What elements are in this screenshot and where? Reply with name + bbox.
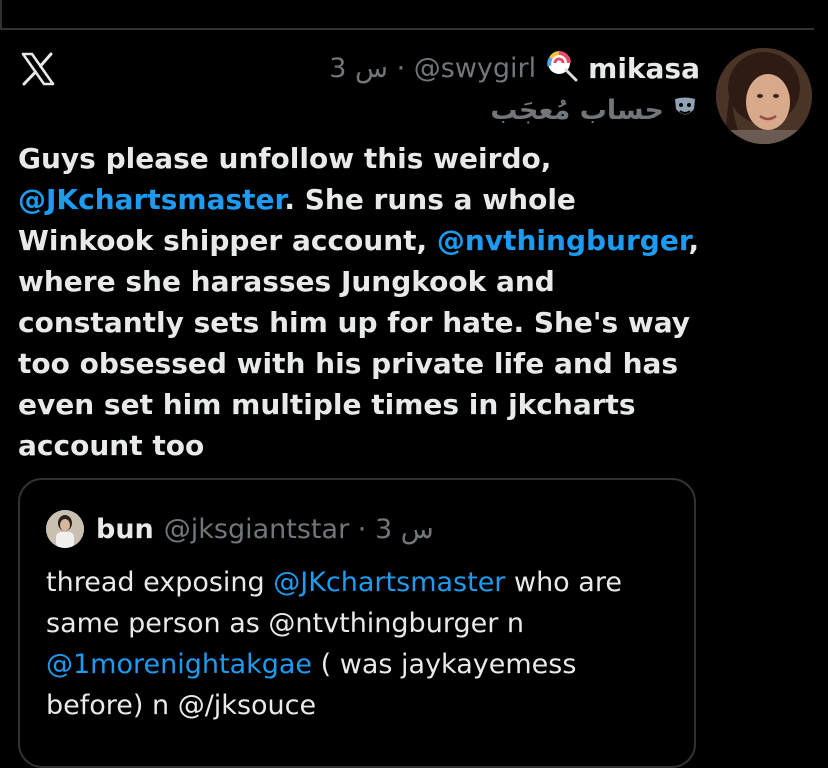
- quoted-tweet-header: bun @jksgiantstar · 3 س: [46, 510, 434, 548]
- quoted-author-handle[interactable]: @jksgiantstar: [164, 514, 349, 545]
- previous-post-border: [0, 0, 828, 30]
- quoted-tweet-time[interactable]: 3 س: [375, 514, 434, 545]
- quoted-author-name[interactable]: bun: [96, 514, 154, 545]
- tweet-time[interactable]: 3 س: [329, 53, 388, 84]
- text-segment: , where she harasses Jungkook and consta…: [18, 224, 700, 462]
- author-avatar[interactable]: [716, 48, 812, 144]
- quoted-author-avatar[interactable]: [46, 510, 84, 548]
- quoted-tweet-meta: @jksgiantstar · 3 س: [163, 513, 434, 545]
- lollipop-emoji-icon: [546, 50, 578, 86]
- tweet-text: Guys please unfollow this weirdo, @JKcha…: [18, 138, 718, 466]
- tweet-header: 3 س · @swygirl mikasa: [329, 48, 700, 88]
- text-segment: Guys please unfollow this weirdo,: [18, 142, 552, 175]
- account-label: حساب مُعجَب: [490, 94, 664, 126]
- mention-link[interactable]: @1morenightakgae: [46, 649, 312, 680]
- quoted-tweet-text: thread exposing @JKchartsmaster who are …: [46, 562, 676, 726]
- mention-link[interactable]: @nvthingburger: [437, 224, 689, 257]
- mention-link[interactable]: @JKchartsmaster: [273, 567, 505, 598]
- mention-link[interactable]: @JKchartsmaster: [18, 183, 284, 216]
- x-logo-icon[interactable]: [20, 52, 56, 86]
- tweet-meta: 3 س · @swygirl: [329, 52, 537, 84]
- account-label-row: حساب مُعجَب: [490, 92, 698, 128]
- author-handle[interactable]: @swygirl: [414, 53, 536, 84]
- author-name[interactable]: mikasa: [588, 52, 700, 85]
- theater-masks-icon: [672, 96, 698, 124]
- text-segment: thread exposing: [46, 567, 274, 598]
- quoted-tweet-card[interactable]: bun @jksgiantstar · 3 س thread exposing …: [18, 478, 696, 768]
